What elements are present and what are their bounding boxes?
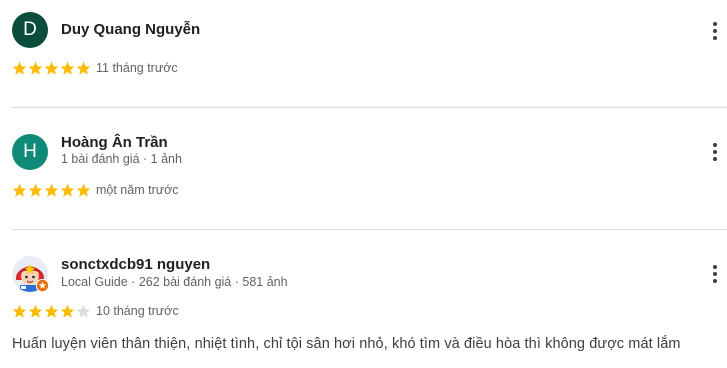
- review-time: 11 tháng trước: [96, 61, 178, 75]
- star-icon: [28, 61, 43, 75]
- star-icon: [44, 61, 59, 75]
- star-icon: [60, 61, 75, 75]
- star-icon: [44, 304, 59, 318]
- reviewer-avatar[interactable]: H: [12, 134, 48, 170]
- profile-photo-icon[interactable]: [12, 256, 49, 292]
- reviewer-name[interactable]: Duy Quang Nguyễn: [61, 21, 200, 38]
- review-time: 10 tháng trước: [96, 304, 179, 318]
- star-icon: [12, 183, 27, 197]
- reviewer-meta: 1 bài đánh giá · 1 ảnh: [61, 152, 182, 166]
- divider: [12, 107, 727, 108]
- divider: [12, 229, 727, 230]
- star-icon: [60, 304, 75, 318]
- star-icon: [76, 304, 91, 318]
- star-rating: [12, 304, 91, 320]
- star-icon: [28, 183, 43, 197]
- star-icon: [28, 304, 43, 318]
- star-icon: [12, 304, 27, 318]
- more-options-button[interactable]: [708, 264, 722, 284]
- star-rating: [12, 61, 91, 77]
- star-icon: [12, 61, 27, 75]
- star-icon: [76, 61, 91, 75]
- more-options-button[interactable]: [708, 21, 722, 41]
- reviewer-name[interactable]: sonctxdcb91 nguyen: [61, 256, 210, 273]
- star-icon: [76, 183, 91, 197]
- more-options-button[interactable]: [708, 142, 722, 162]
- star-icon: [60, 183, 75, 197]
- review-time: một năm trước: [96, 183, 179, 197]
- reviewer-meta: Local Guide · 262 bài đánh giá · 581 ảnh: [61, 275, 288, 289]
- review-text: Huấn luyện viên thân thiện, nhiệt tình, …: [12, 336, 681, 352]
- star-icon: [44, 183, 59, 197]
- reviewer-avatar[interactable]: D: [12, 12, 48, 48]
- reviewer-name[interactable]: Hoàng Ân Trần: [61, 134, 168, 151]
- star-rating: [12, 183, 91, 199]
- local-guide-badge-icon: [36, 279, 49, 292]
